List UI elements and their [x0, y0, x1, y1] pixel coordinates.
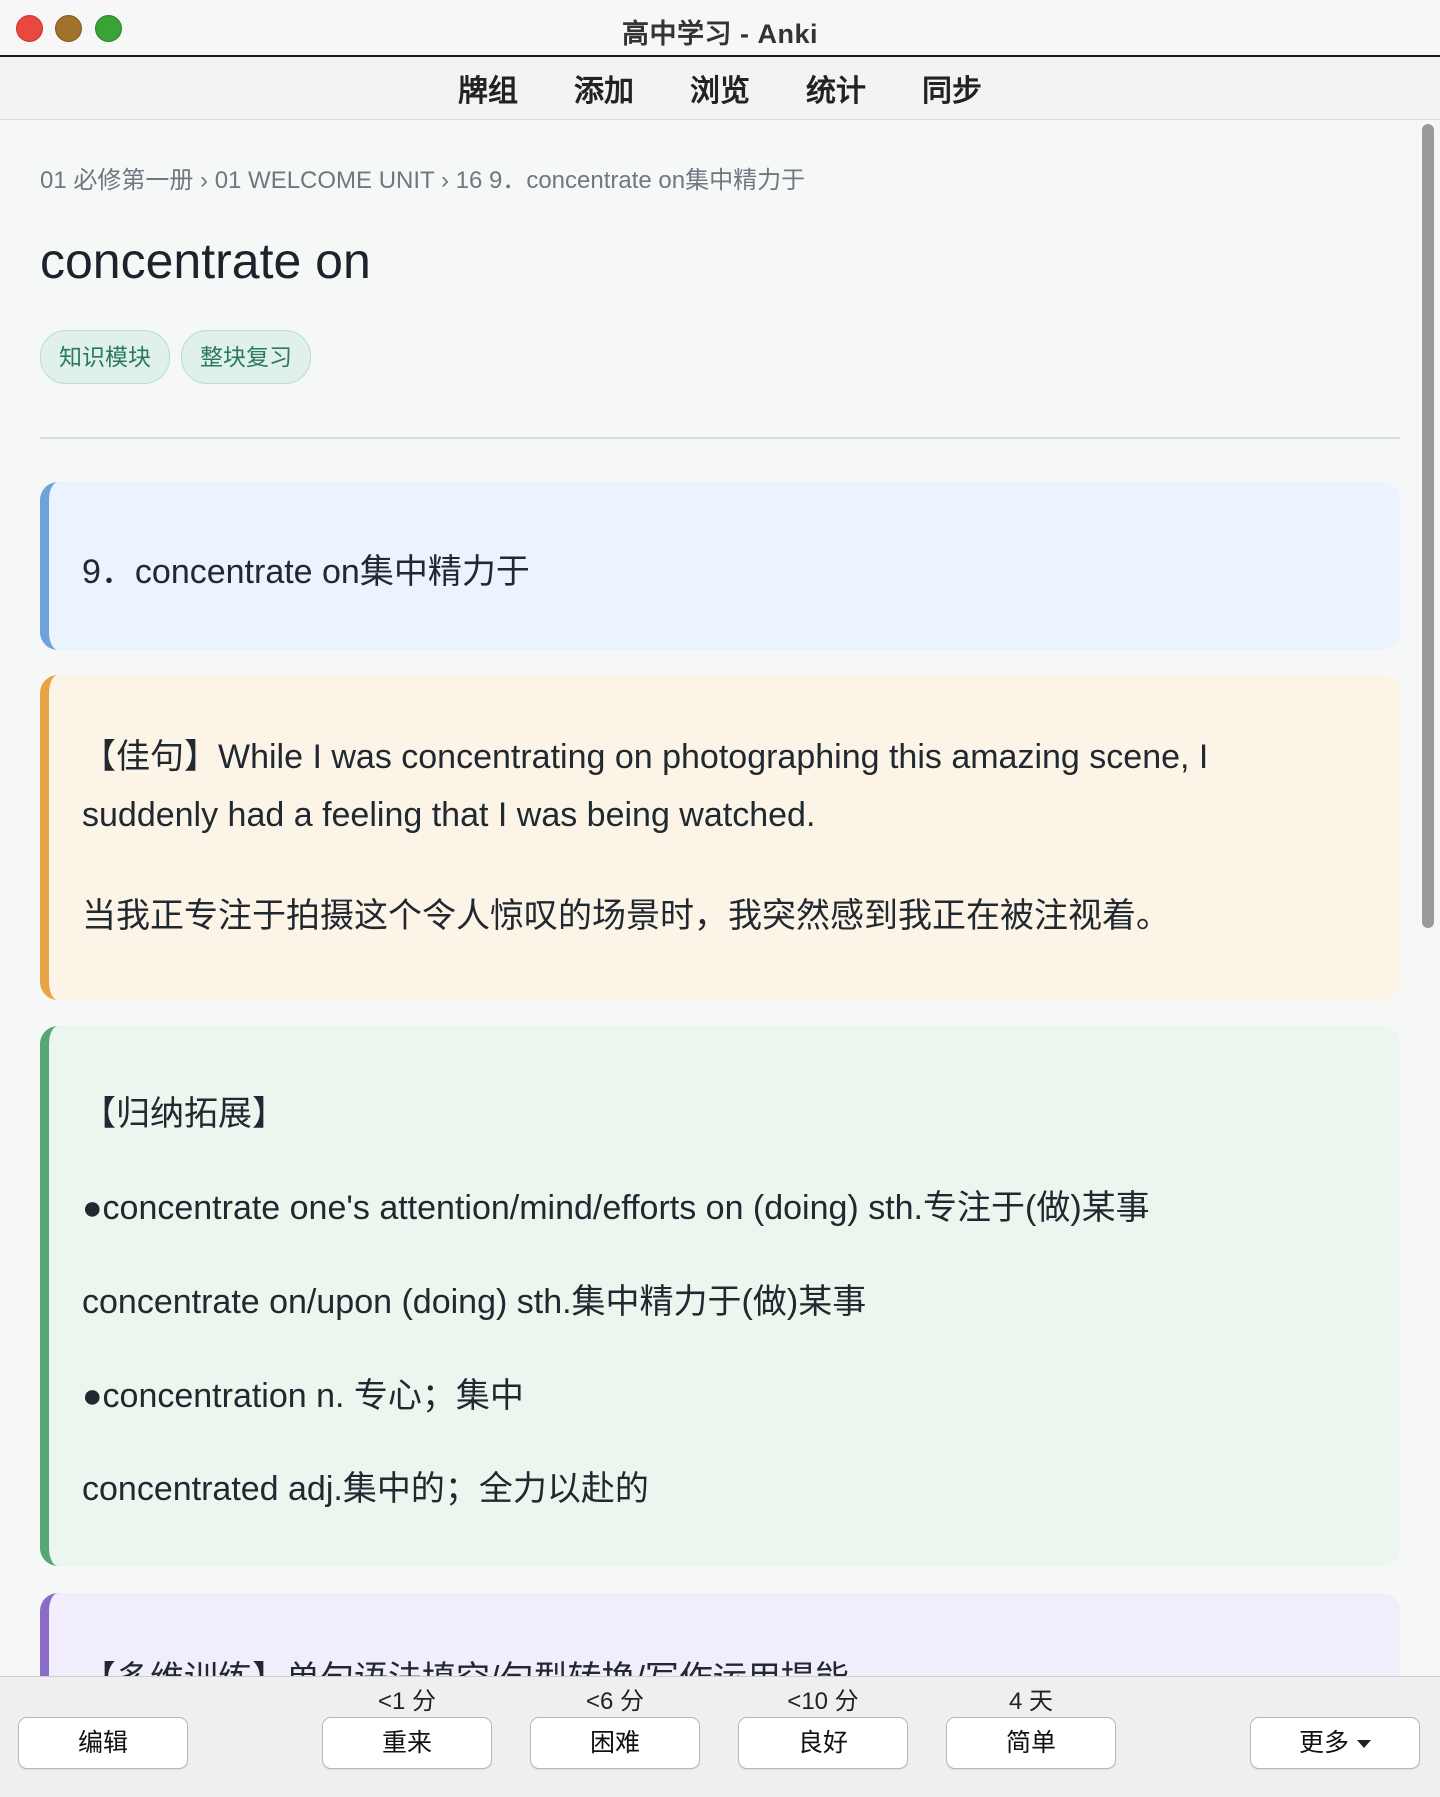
- expansion-item: concentrate on/upon (doing) sth.集中精力于(做)…: [82, 1283, 867, 1321]
- example-line-2: suddenly had a feeling that I was being …: [82, 796, 816, 834]
- toolbar-sync[interactable]: 同步: [922, 66, 982, 110]
- toolbar-decks[interactable]: 牌组: [458, 66, 518, 110]
- meaning-card: 9．concentrate on集中精力于: [40, 482, 1400, 650]
- main-toolbar: 牌组 添加 浏览 统计 同步: [0, 57, 1440, 120]
- example-line-1: 【佳句】While I was concentrating on photogr…: [82, 738, 1209, 776]
- card-content[interactable]: 01 必修第一册 › 01 WELCOME UNIT › 16 9．concen…: [0, 120, 1416, 1676]
- window-title: 高中学习 - Anki: [621, 19, 818, 49]
- tag-badge: 整块复习: [181, 330, 311, 384]
- headword-title: concentrate on: [40, 233, 371, 289]
- example-card: 【佳句】While I was concentrating on photogr…: [40, 675, 1400, 1000]
- toolbar-browse[interactable]: 浏览: [690, 66, 750, 110]
- edit-button[interactable]: 编辑: [18, 1717, 188, 1769]
- breadcrumb: 01 必修第一册 › 01 WELCOME UNIT › 16 9．concen…: [40, 167, 806, 194]
- toolbar-stats[interactable]: 统计: [806, 66, 866, 110]
- chevron-down-icon: [1357, 1740, 1371, 1749]
- more-label: 更多: [1298, 1729, 1349, 1757]
- tag-badge: 知识模块: [40, 330, 170, 384]
- again-button[interactable]: 重来: [322, 1717, 492, 1769]
- title-bar: 高中学习 - Anki: [0, 0, 1440, 57]
- expansion-card: 【归纳拓展】 ●concentrate one's attention/mind…: [40, 1026, 1400, 1566]
- more-button[interactable]: 更多: [1250, 1717, 1420, 1769]
- answer-bar: 编辑 <1 分 重来 <6 分 困难 <10 分 良好 4 天 简单 更多: [0, 1676, 1440, 1797]
- expansion-item: ●concentrate one's attention/mind/effort…: [82, 1189, 1150, 1227]
- expansion-heading: 【归纳拓展】: [82, 1095, 286, 1133]
- toolbar-add[interactable]: 添加: [574, 66, 634, 110]
- good-button[interactable]: 良好: [738, 1717, 908, 1769]
- example-translation: 当我正专注于拍摄这个令人惊叹的场景时，我突然感到我正在被注视着。: [82, 897, 1170, 935]
- easy-interval: 4 天: [1008, 1688, 1053, 1715]
- good-interval: <10 分: [787, 1688, 859, 1715]
- hard-button[interactable]: 困难: [530, 1717, 700, 1769]
- training-heading: 【多维训练】单句语法填空/句型转换/写作运用提能: [82, 1651, 1370, 1676]
- easy-button[interactable]: 简单: [946, 1717, 1116, 1769]
- again-interval: <1 分: [377, 1688, 437, 1715]
- hard-interval: <6 分: [585, 1688, 645, 1715]
- expansion-item: ●concentration n. 专心；集中: [82, 1377, 524, 1415]
- training-card: 【多维训练】单句语法填空/句型转换/写作运用提能: [40, 1593, 1400, 1676]
- divider: [40, 437, 1400, 439]
- scrollbar-thumb[interactable]: [1422, 124, 1434, 928]
- expansion-item: concentrated adj.集中的；全力以赴的: [82, 1470, 649, 1508]
- tag-list: 知识模块 整块复习: [40, 330, 311, 384]
- meaning-text: 9．concentrate on集中精力于: [82, 553, 530, 591]
